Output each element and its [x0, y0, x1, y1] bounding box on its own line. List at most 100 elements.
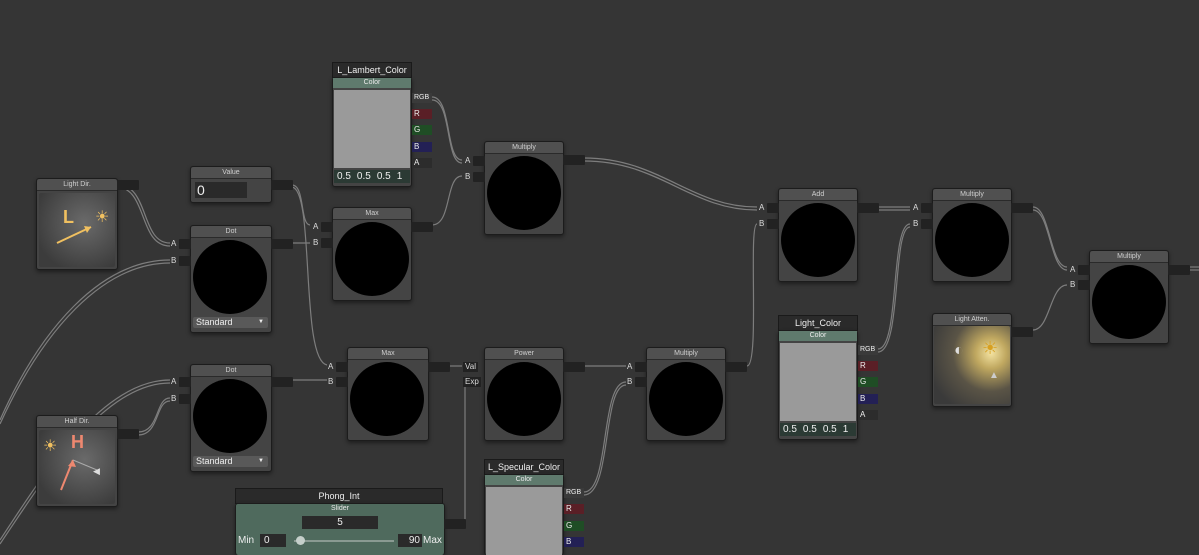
- half-dir-node[interactable]: Half Dir. ☀ H ◀: [36, 415, 139, 507]
- dot-mode-dropdown[interactable]: Standard ▼: [193, 317, 268, 328]
- output-a-port[interactable]: A: [412, 158, 432, 168]
- dropdown-value: Standard: [196, 456, 233, 466]
- output-g-port[interactable]: G: [858, 377, 878, 387]
- input-a-port[interactable]: [179, 239, 191, 249]
- multiply-node-2[interactable]: Multiply A B: [627, 347, 747, 441]
- input-a-label: A: [465, 156, 471, 165]
- output-port[interactable]: [444, 519, 466, 529]
- output-port[interactable]: [563, 362, 585, 372]
- color-b-value[interactable]: 0.5: [820, 423, 840, 436]
- input-a-label: A: [1070, 265, 1076, 274]
- color-swatch[interactable]: [334, 90, 410, 168]
- output-port[interactable]: [1011, 203, 1033, 213]
- preview-sphere: [193, 240, 267, 314]
- output-port[interactable]: [271, 377, 293, 387]
- output-port[interactable]: [271, 180, 293, 190]
- multiply-node-4[interactable]: Multiply A B: [1070, 250, 1190, 344]
- light-color-name[interactable]: Light_Color: [778, 315, 858, 331]
- output-port[interactable]: [428, 362, 450, 372]
- input-a-port[interactable]: [767, 203, 779, 213]
- input-a-port[interactable]: [473, 156, 485, 166]
- dot-node-1[interactable]: Dot Standard ▼ A B: [171, 225, 293, 333]
- output-g-port[interactable]: G: [564, 521, 584, 531]
- color-r-value[interactable]: 0.5: [780, 423, 800, 436]
- input-a-label: A: [328, 362, 334, 371]
- input-b-port[interactable]: [921, 219, 933, 229]
- input-b-port[interactable]: [179, 256, 191, 266]
- specular-color-name[interactable]: L_Specular_Color: [484, 459, 564, 475]
- light-color-node[interactable]: Color 0.5 0.5 0.5 1 RGB R G B A: [778, 330, 878, 440]
- output-b-port[interactable]: B: [858, 394, 878, 404]
- input-a-port[interactable]: [1078, 265, 1090, 275]
- light-atten-node[interactable]: Light Atten. ◐ ☀ ▲: [932, 313, 1033, 407]
- output-port[interactable]: [1168, 265, 1190, 275]
- input-a-port[interactable]: [321, 222, 333, 232]
- input-b-port[interactable]: [336, 377, 348, 387]
- input-a-port[interactable]: [921, 203, 933, 213]
- value-node[interactable]: Value 0: [190, 166, 293, 203]
- output-r-port[interactable]: R: [858, 361, 878, 371]
- output-r-port[interactable]: R: [564, 504, 584, 514]
- input-b-port[interactable]: [1078, 280, 1090, 290]
- output-port[interactable]: [117, 180, 139, 190]
- output-port[interactable]: [1011, 327, 1033, 337]
- color-r-value[interactable]: 0.5: [334, 170, 354, 183]
- input-a-port[interactable]: [179, 377, 191, 387]
- output-b-port[interactable]: B: [412, 142, 432, 152]
- output-b-port[interactable]: B: [564, 537, 584, 547]
- input-b-label: B: [328, 377, 334, 386]
- output-a-port[interactable]: A: [858, 410, 878, 420]
- input-b-port[interactable]: [635, 377, 647, 387]
- lambert-color-name[interactable]: L_Lambert_Color: [332, 62, 412, 78]
- slider-min-label: Min: [238, 535, 255, 546]
- slider-track[interactable]: [294, 540, 394, 542]
- phong-int-slider-node[interactable]: Slider 5 Min 0 90 Max: [235, 503, 466, 555]
- add-node[interactable]: Add A B: [759, 188, 879, 282]
- max-node-2[interactable]: Max A B: [328, 347, 450, 441]
- output-port[interactable]: [725, 362, 747, 372]
- slider-max-field[interactable]: 90: [398, 534, 422, 547]
- output-port[interactable]: [271, 239, 293, 249]
- value-field[interactable]: 0: [195, 182, 247, 198]
- output-rgb-port[interactable]: RGB: [412, 93, 432, 103]
- color-g-value[interactable]: 0.5: [800, 423, 820, 436]
- color-values[interactable]: 0.5 0.5 0.5 1: [334, 170, 410, 183]
- color-swatch[interactable]: [486, 487, 562, 555]
- output-r-port[interactable]: R: [412, 109, 432, 119]
- input-b-port[interactable]: [473, 172, 485, 182]
- color-values[interactable]: 0.5 0.5 0.5 1: [780, 423, 856, 436]
- phong-int-name[interactable]: Phong_Int: [235, 488, 443, 504]
- slider-value-field[interactable]: 5: [302, 516, 378, 529]
- slider-thumb[interactable]: [296, 536, 305, 545]
- multiply-node-1[interactable]: Multiply A B: [465, 141, 585, 235]
- color-swatch[interactable]: [780, 343, 856, 421]
- max-node-1[interactable]: Max A B: [313, 207, 433, 301]
- output-port[interactable]: [411, 222, 433, 232]
- input-b-port[interactable]: [321, 238, 333, 248]
- output-port[interactable]: [117, 429, 139, 439]
- specular-color-node[interactable]: Color RGB R G B: [484, 474, 584, 555]
- dot-node-2[interactable]: Dot Standard ▼ A B: [171, 364, 293, 472]
- input-b-port[interactable]: [179, 394, 191, 404]
- color-g-value[interactable]: 0.5: [354, 170, 374, 183]
- output-port[interactable]: [857, 203, 879, 213]
- light-dir-node[interactable]: Light Dir. L ☀: [36, 178, 139, 270]
- color-b-value[interactable]: 0.5: [374, 170, 394, 183]
- color-a-value[interactable]: 1: [840, 423, 852, 436]
- input-a-port[interactable]: [336, 362, 348, 372]
- multiply-node-3[interactable]: Multiply A B: [913, 188, 1033, 282]
- output-g-port[interactable]: G: [412, 125, 432, 135]
- color-a-value[interactable]: 1: [394, 170, 406, 183]
- lambert-color-node[interactable]: Color 0.5 0.5 0.5 1 RGB R G B A: [332, 77, 432, 187]
- input-a-port[interactable]: [635, 362, 647, 372]
- output-rgb-port[interactable]: RGB: [858, 345, 878, 355]
- input-b-port[interactable]: [767, 219, 779, 229]
- slider-min-field[interactable]: 0: [260, 534, 286, 547]
- output-rgb-port[interactable]: RGB: [564, 488, 584, 498]
- moon-icon: ◐: [954, 342, 964, 359]
- output-port[interactable]: [563, 155, 585, 165]
- power-node[interactable]: Power Val Exp: [463, 347, 585, 441]
- input-exp-label: Exp: [463, 377, 481, 387]
- input-b-label: B: [759, 219, 765, 228]
- dot-mode-dropdown[interactable]: Standard ▼: [193, 456, 268, 467]
